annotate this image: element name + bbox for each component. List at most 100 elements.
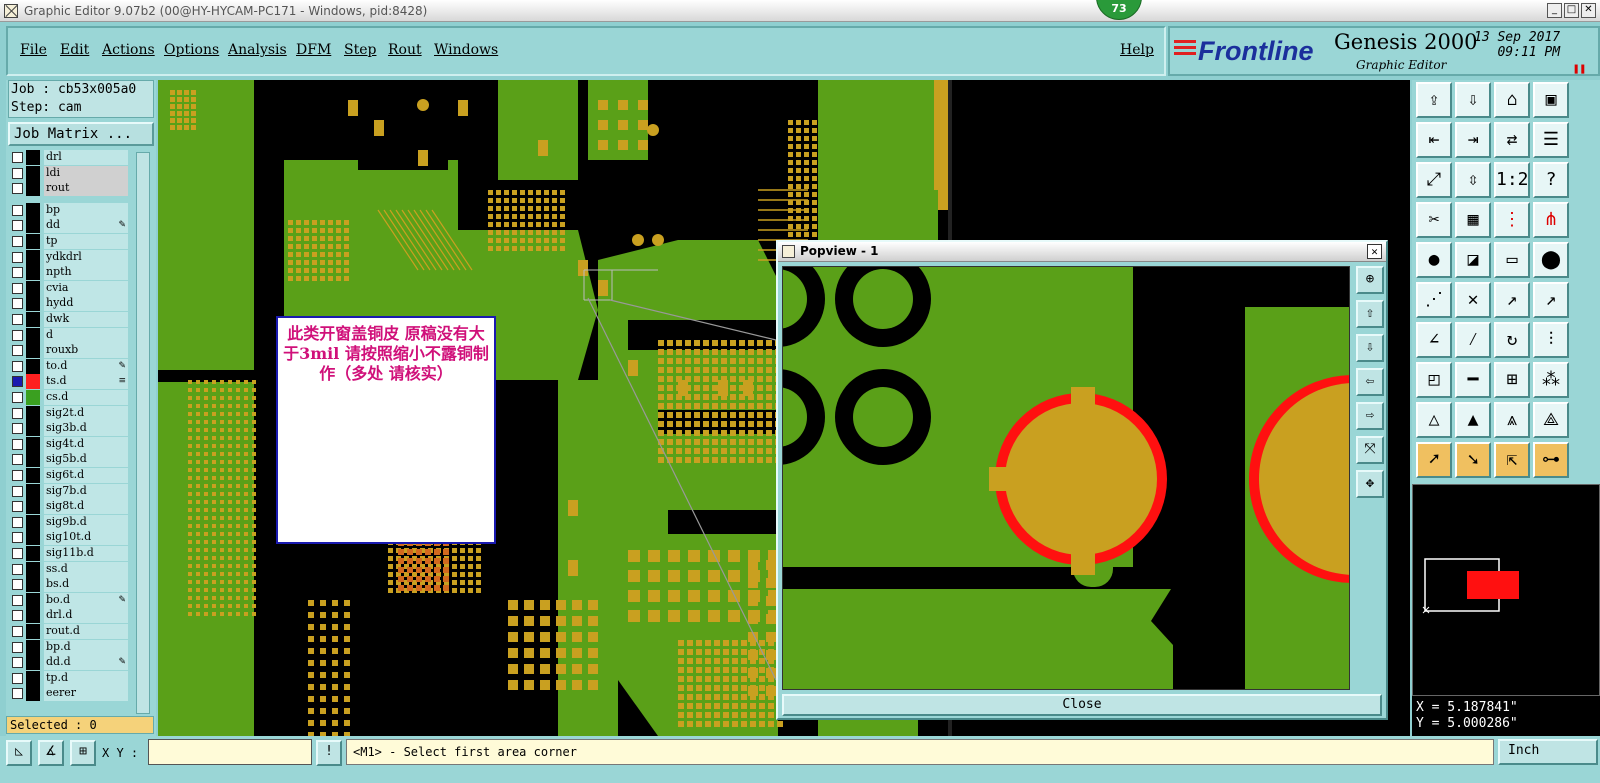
layer-checkbox[interactable]	[12, 183, 23, 195]
pointer-box-icon[interactable]: ➘	[1455, 442, 1491, 478]
layer-checkbox[interactable]	[12, 672, 23, 684]
layer-checkbox[interactable]	[12, 376, 23, 388]
fit-icon[interactable]: ⤢	[1416, 162, 1452, 198]
layer-checkbox[interactable]	[12, 267, 23, 279]
layer-checkbox[interactable]	[12, 251, 23, 263]
layer-checkbox[interactable]	[12, 594, 23, 606]
layer-name[interactable]: drl.d	[44, 608, 128, 624]
layer-name[interactable]: sig3b.d	[44, 421, 128, 437]
layer-checkbox[interactable]	[12, 501, 23, 513]
layer-checkbox[interactable]	[12, 470, 23, 481]
popview-close-icon[interactable]: ✕	[1367, 244, 1382, 259]
layer-color-swatch[interactable]	[26, 514, 40, 530]
layer-color-swatch[interactable]	[26, 265, 40, 281]
popview-pan-right-icon[interactable]: ⇨	[1356, 402, 1384, 430]
layer-color-swatch[interactable]	[26, 405, 40, 421]
layer-row[interactable]: ts.d ≡	[10, 374, 130, 390]
layer-color-swatch[interactable]	[26, 358, 40, 374]
slant-icon[interactable]: ⁄	[1455, 322, 1491, 358]
layer-color-swatch[interactable]	[26, 655, 40, 671]
layer-name[interactable]: sig9b.d	[44, 514, 128, 530]
layer-checkbox[interactable]	[12, 610, 23, 622]
layer-name[interactable]: bo.d ✎	[44, 592, 128, 608]
layer-name[interactable]: dwk	[44, 312, 128, 327]
menu-help[interactable]: Help	[1120, 42, 1154, 58]
layer-color-swatch[interactable]	[26, 577, 40, 593]
layer-color-swatch[interactable]	[26, 546, 40, 561]
pause-icon[interactable]: ❚❚	[1573, 62, 1586, 75]
layer-checkbox[interactable]	[12, 516, 23, 528]
layer-color-swatch[interactable]	[26, 686, 40, 702]
layer-checkbox[interactable]	[12, 345, 23, 357]
layer-name[interactable]: ss.d	[44, 561, 128, 577]
layer-checkbox[interactable]	[12, 282, 23, 294]
layer-name[interactable]: to.d ✎	[44, 358, 128, 374]
layer-name[interactable]: ydkdrl	[44, 249, 128, 265]
layer-checkbox[interactable]	[12, 152, 23, 163]
dot-icon[interactable]: ⬤	[1533, 242, 1569, 278]
layout-icon[interactable]: ▣	[1533, 82, 1569, 118]
layer-color-swatch[interactable]	[26, 280, 40, 296]
cross-icon[interactable]: ✕	[1455, 282, 1491, 318]
layer-checkbox[interactable]	[12, 423, 23, 435]
layer-checkbox[interactable]	[12, 360, 23, 372]
group-icon[interactable]: ⁂	[1533, 362, 1569, 398]
layer-checkbox[interactable]	[12, 532, 23, 544]
popview-pan-down-icon[interactable]: ⇩	[1356, 334, 1384, 362]
layer-checkbox[interactable]	[12, 220, 23, 232]
menu-dfm[interactable]: DFM	[296, 42, 331, 58]
layer-name[interactable]: sig6t.d	[44, 468, 128, 483]
ruler-icon[interactable]: ▭	[1494, 242, 1530, 278]
layer-name[interactable]: drl	[44, 150, 128, 165]
popview-fit-icon[interactable]: ⤧	[1356, 436, 1384, 464]
angle-icon[interactable]: ∡	[38, 740, 64, 766]
layer-checkbox[interactable]	[12, 641, 23, 653]
help-icon[interactable]: ?	[1533, 162, 1569, 198]
layer-row[interactable]: bo.d ✎	[10, 592, 130, 608]
layer-checkbox[interactable]	[12, 548, 23, 559]
layer-row[interactable]: eerer	[10, 686, 130, 702]
layer-row[interactable]: bp	[10, 202, 130, 218]
layer-name[interactable]: sig8t.d	[44, 499, 128, 515]
layer-checkbox[interactable]	[12, 392, 23, 403]
layer-scrollbar[interactable]	[136, 152, 150, 714]
layer-checkbox[interactable]	[12, 438, 23, 450]
layer-row[interactable]: tp.d	[10, 670, 130, 686]
stack-icon[interactable]: ☰	[1533, 122, 1569, 158]
alert-icon[interactable]: !	[316, 740, 342, 766]
layer-row[interactable]: sig7b.d	[10, 483, 130, 499]
menu-step[interactable]: Step	[344, 42, 376, 58]
traffic-icon[interactable]: ⋮	[1494, 202, 1530, 238]
layer-checkbox[interactable]	[12, 236, 23, 247]
layer-color-swatch[interactable]	[26, 421, 40, 437]
layer-name[interactable]: dd.d ✎	[44, 655, 128, 671]
layer-color-swatch[interactable]	[26, 452, 40, 468]
layer-row[interactable]: d	[10, 327, 130, 343]
layer-color-swatch[interactable]	[26, 499, 40, 515]
arrow-out-icon[interactable]: ↗	[1533, 282, 1569, 318]
popview-close-button[interactable]: Close	[782, 694, 1382, 716]
layer-row[interactable]: sig4t.d	[10, 436, 130, 452]
layer-row[interactable]: sig10t.d	[10, 530, 130, 546]
layer-name[interactable]: rout	[44, 181, 128, 197]
layer-color-swatch[interactable]	[26, 343, 40, 359]
layer-color-swatch[interactable]	[26, 181, 40, 197]
layer-row[interactable]: rout.d	[10, 624, 130, 639]
layer-checkbox[interactable]	[12, 485, 23, 497]
layer-row[interactable]: rouxb	[10, 343, 130, 359]
grid-icon[interactable]: ▦	[1455, 202, 1491, 238]
close-window-button[interactable]: ✕	[1581, 3, 1596, 18]
layer-row[interactable]: sig6t.d	[10, 468, 130, 483]
layer-row[interactable]: drl	[10, 150, 130, 165]
layer-row[interactable]: sig8t.d	[10, 499, 130, 515]
arrow-icon[interactable]: ↗	[1494, 282, 1530, 318]
layer-checkbox[interactable]	[12, 626, 23, 637]
layer-color-swatch[interactable]	[26, 468, 40, 483]
layer-checkbox[interactable]	[12, 454, 23, 466]
layer-color-swatch[interactable]	[26, 592, 40, 608]
layer-row[interactable]: bs.d	[10, 577, 130, 593]
layer-name[interactable]: hydd	[44, 296, 128, 312]
minus-icon[interactable]: ━	[1455, 362, 1491, 398]
layer-name[interactable]: sig2t.d	[44, 405, 128, 421]
layer-name[interactable]: cs.d	[44, 390, 128, 405]
